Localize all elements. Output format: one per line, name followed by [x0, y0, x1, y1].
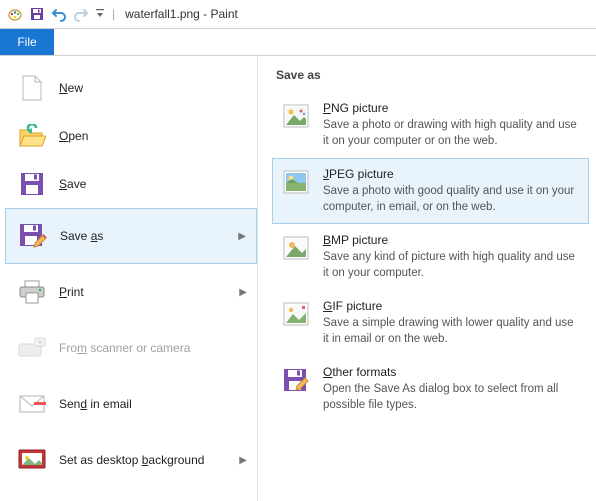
- save-as-heading: Save as: [276, 68, 589, 82]
- title-bar: | waterfall1.png - Paint: [0, 0, 596, 28]
- format-option-other[interactable]: Other formats Open the Save As dialog bo…: [272, 356, 589, 422]
- format-title: GIF picture: [323, 299, 580, 313]
- menu-item-label: Set as desktop background: [59, 453, 204, 467]
- quick-access-dropdown-icon[interactable]: [94, 5, 106, 23]
- format-description: Save a simple drawing with lower quality…: [323, 316, 580, 347]
- save-floppy-icon: [17, 169, 47, 199]
- format-title: Other formats: [323, 365, 580, 379]
- new-file-icon: [17, 73, 47, 103]
- menu-item-label: New: [59, 81, 83, 95]
- title-separator: |: [112, 7, 115, 21]
- menu-item-label: Open: [59, 129, 88, 143]
- ribbon-bar: File: [0, 28, 596, 56]
- paint-app-icon[interactable]: [6, 5, 24, 23]
- png-picture-icon: [281, 101, 311, 131]
- format-option-gif[interactable]: GIF picture Save a simple drawing with l…: [272, 290, 589, 356]
- menu-item-scanner: From scanner or camera: [5, 320, 257, 376]
- gif-picture-icon: [281, 299, 311, 329]
- bmp-picture-icon: [281, 233, 311, 263]
- save-as-icon: [18, 221, 48, 251]
- menu-item-save[interactable]: Save: [5, 160, 257, 208]
- desktop-background-icon: [17, 445, 47, 475]
- menu-item-label: Save as: [60, 229, 103, 243]
- open-folder-icon: [17, 121, 47, 151]
- save-as-submenu: Save as PNG picture Save a photo or draw…: [258, 56, 595, 501]
- file-menu-left-pane: New Open Save Save as ▶ Print: [5, 56, 258, 501]
- menu-item-open[interactable]: Open: [5, 112, 257, 160]
- format-description: Save a photo or drawing with high qualit…: [323, 118, 580, 149]
- format-description: Open the Save As dialog box to select fr…: [323, 382, 580, 413]
- redo-icon[interactable]: [72, 5, 90, 23]
- menu-item-save-as[interactable]: Save as ▶: [5, 208, 257, 264]
- format-option-jpeg[interactable]: JPEG picture Save a photo with good qual…: [272, 158, 589, 224]
- menu-item-print[interactable]: Print ▶: [5, 264, 257, 320]
- quick-save-icon[interactable]: [28, 5, 46, 23]
- format-description: Save a photo with good quality and use i…: [323, 184, 580, 215]
- menu-item-label: From scanner or camera: [59, 341, 190, 355]
- menu-item-label: Save: [59, 177, 86, 191]
- menu-item-desktop-background[interactable]: Set as desktop background ▶: [5, 432, 257, 488]
- menu-item-label: Send in email: [59, 397, 132, 411]
- undo-icon[interactable]: [50, 5, 68, 23]
- jpeg-picture-icon: [281, 167, 311, 197]
- format-title: PNG picture: [323, 101, 580, 115]
- chevron-right-icon: ▶: [238, 231, 246, 242]
- menu-item-new[interactable]: New: [5, 64, 257, 112]
- format-description: Save any kind of picture with high quali…: [323, 250, 580, 281]
- chevron-right-icon: ▶: [239, 287, 247, 298]
- window-title: waterfall1.png - Paint: [125, 7, 238, 21]
- format-title: JPEG picture: [323, 167, 580, 181]
- scanner-camera-icon: [17, 333, 47, 363]
- menu-item-label: Print: [59, 285, 84, 299]
- email-icon: [17, 389, 47, 419]
- file-menu-dropdown: New Open Save Save as ▶ Print: [5, 56, 595, 501]
- printer-icon: [17, 277, 47, 307]
- format-option-bmp[interactable]: BMP picture Save any kind of picture wit…: [272, 224, 589, 290]
- format-title: BMP picture: [323, 233, 580, 247]
- chevron-right-icon: ▶: [239, 455, 247, 466]
- format-option-png[interactable]: PNG picture Save a photo or drawing with…: [272, 92, 589, 158]
- menu-item-send-email[interactable]: Send in email: [5, 376, 257, 432]
- file-tab[interactable]: File: [0, 29, 54, 55]
- other-formats-icon: [281, 365, 311, 395]
